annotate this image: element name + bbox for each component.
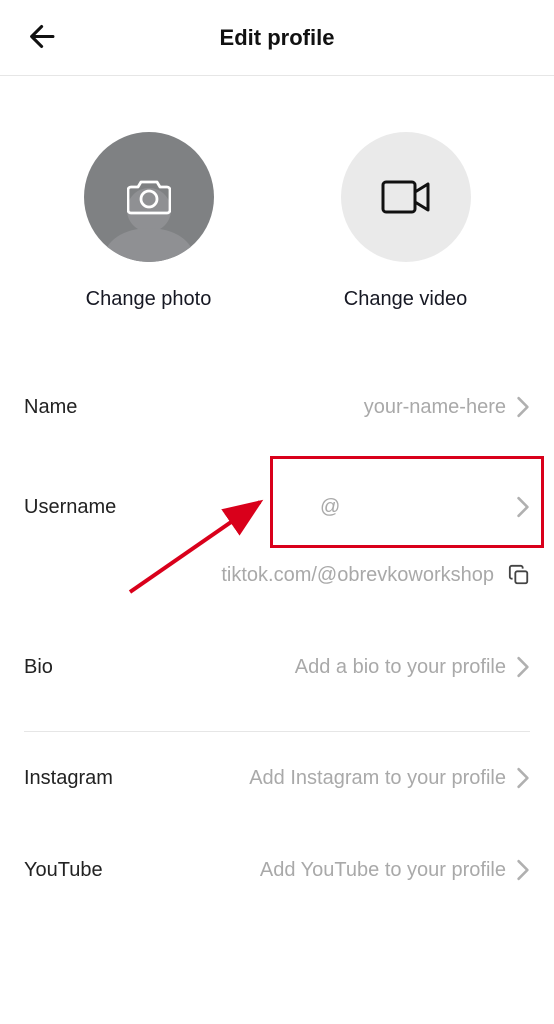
change-video-label: Change video — [344, 288, 467, 311]
chevron-right-icon — [516, 767, 530, 789]
change-photo-label: Change photo — [86, 288, 212, 311]
instagram-row[interactable]: Instagram Add Instagram to your profile — [24, 732, 530, 824]
chevron-right-icon — [516, 859, 530, 881]
username-label: Username — [24, 496, 116, 519]
video-camera-icon — [381, 176, 431, 218]
youtube-row[interactable]: YouTube Add YouTube to your profile — [24, 824, 530, 916]
username-value: @ — [320, 496, 340, 519]
chevron-right-icon — [516, 496, 530, 518]
youtube-label: YouTube — [24, 859, 103, 882]
fields-list: Name your-name-here Username @ — [0, 357, 554, 557]
change-video-button[interactable]: Change video — [341, 132, 471, 311]
profile-url: tiktok.com/@obrevkoworkshop — [221, 564, 494, 587]
back-arrow-icon — [26, 19, 60, 53]
instagram-value: Add Instagram to your profile — [249, 767, 506, 790]
username-row[interactable]: Username @ — [24, 457, 530, 557]
back-button[interactable] — [20, 13, 66, 62]
change-photo-button[interactable]: Change photo — [84, 132, 214, 311]
chevron-right-icon — [516, 656, 530, 678]
avatar-placeholder — [84, 132, 214, 262]
name-label: Name — [24, 396, 77, 419]
page-title: Edit profile — [220, 25, 335, 51]
name-value: your-name-here — [364, 396, 506, 419]
video-placeholder — [341, 132, 471, 262]
profile-url-row: tiktok.com/@obrevkoworkshop — [0, 557, 554, 627]
fields-list-2: Bio Add a bio to your profile Instagram … — [0, 627, 554, 916]
camera-icon — [127, 177, 171, 217]
youtube-value: Add YouTube to your profile — [260, 859, 506, 882]
copy-icon[interactable] — [508, 564, 530, 586]
chevron-right-icon — [516, 396, 530, 418]
bio-row[interactable]: Bio Add a bio to your profile — [24, 627, 530, 707]
name-row[interactable]: Name your-name-here — [24, 357, 530, 457]
header: Edit profile — [0, 0, 554, 76]
instagram-label: Instagram — [24, 767, 113, 790]
bio-value: Add a bio to your profile — [295, 656, 506, 679]
media-row: Change photo Change video — [0, 76, 554, 357]
bio-label: Bio — [24, 656, 53, 679]
